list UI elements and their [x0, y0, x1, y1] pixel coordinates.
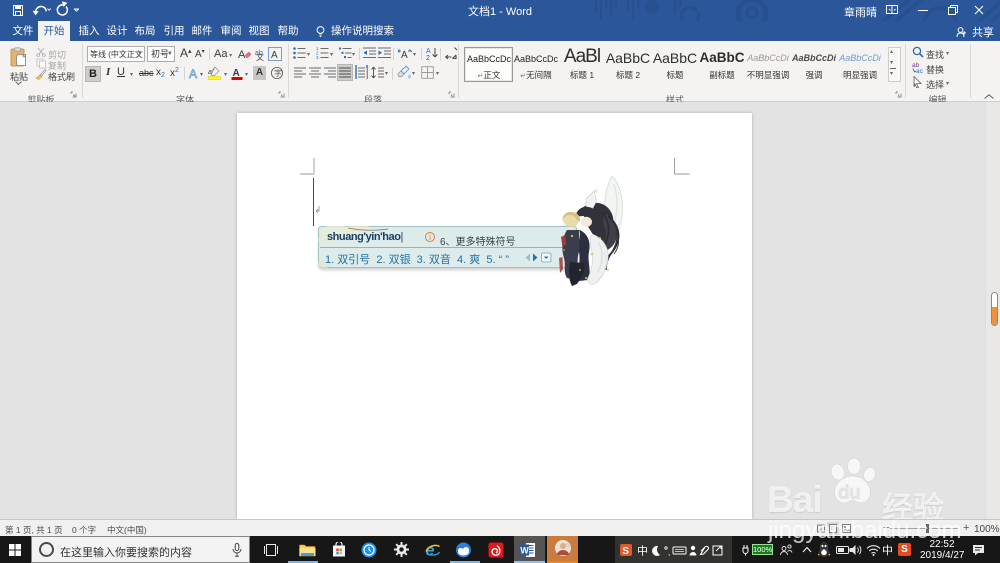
- svg-text:字: 字: [274, 68, 282, 78]
- svg-text:A: A: [189, 67, 197, 80]
- svg-text:3: 3: [316, 55, 319, 59]
- svg-text:2: 2: [426, 55, 430, 60]
- svg-text:A: A: [401, 50, 408, 59]
- svg-text:A: A: [238, 49, 246, 61]
- svg-text:ac: ac: [916, 68, 924, 73]
- svg-text:中: 中: [637, 545, 648, 558]
- svg-text:W: W: [520, 546, 529, 556]
- svg-text:du: du: [838, 481, 860, 503]
- svg-text:S: S: [622, 546, 629, 557]
- svg-text:A: A: [271, 50, 278, 61]
- svg-text:,: ,: [668, 548, 670, 557]
- svg-text:A: A: [426, 48, 431, 55]
- svg-text:文: 文: [256, 52, 264, 61]
